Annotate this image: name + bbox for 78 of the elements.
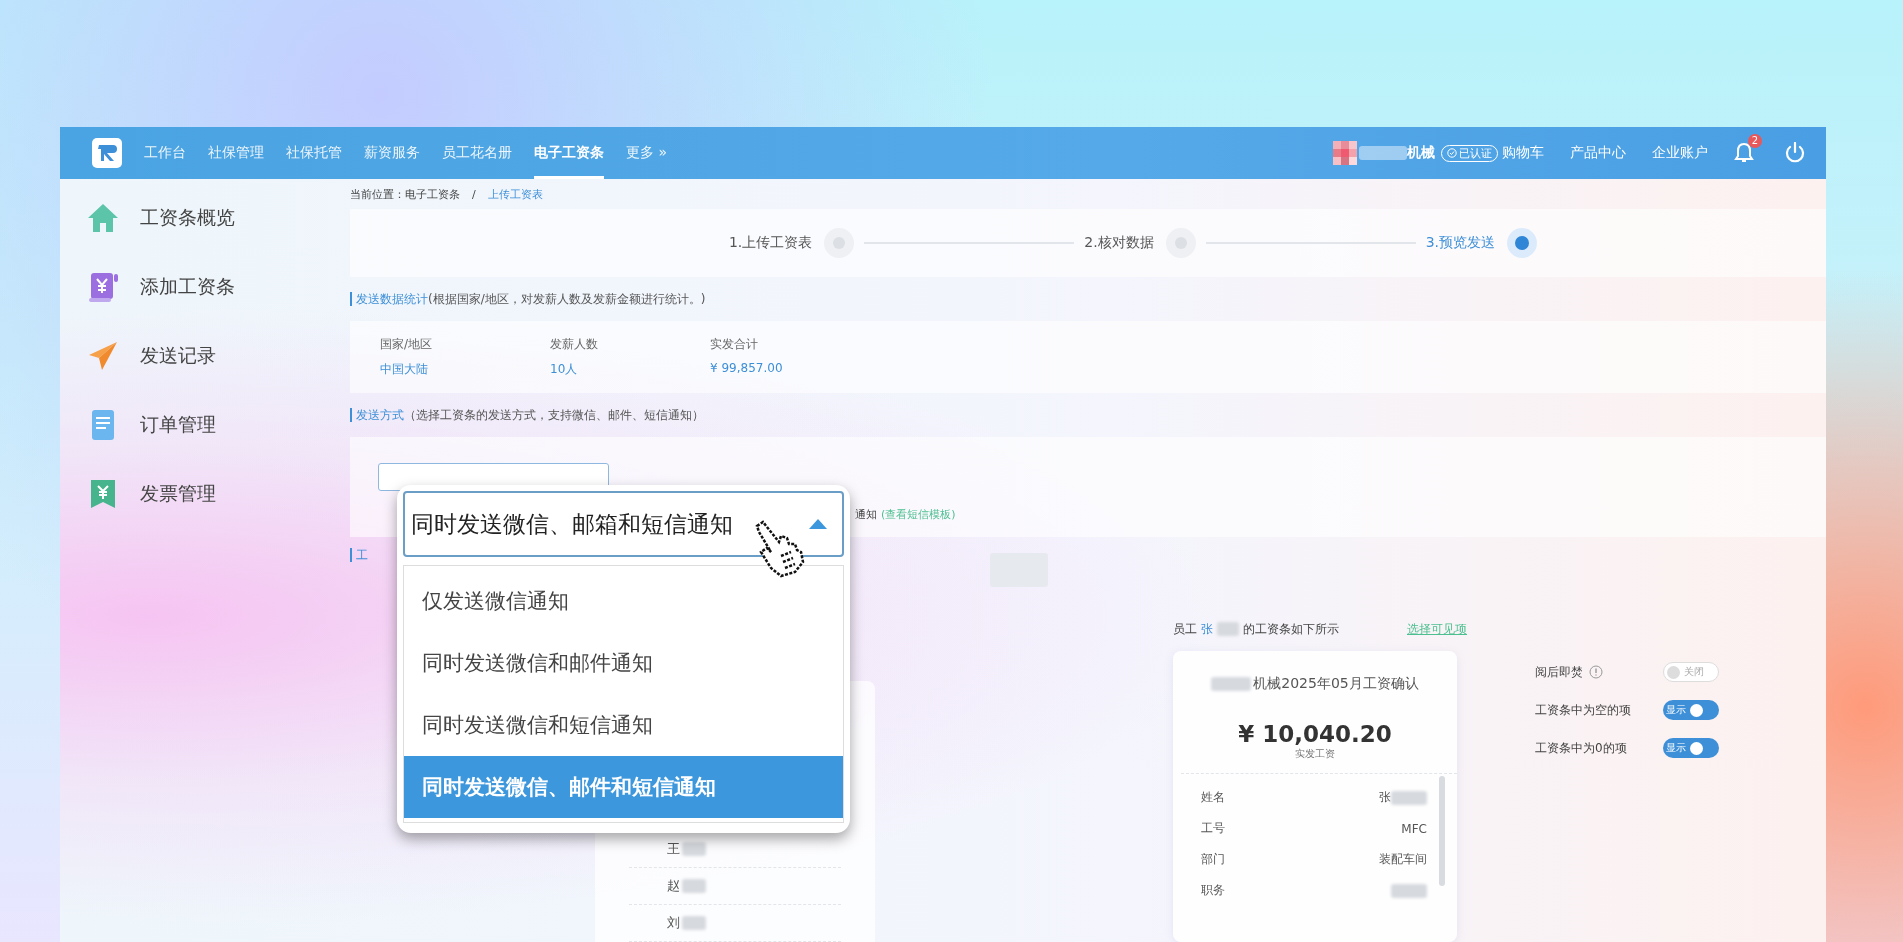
scrollbar[interactable] <box>1439 776 1445 886</box>
nav-tab[interactable]: 社保托管 <box>286 127 342 179</box>
blurred-text <box>1359 146 1407 160</box>
toggle-switch[interactable]: 显示 <box>1663 738 1719 758</box>
breadcrumb-text: 当前位置：电子工资条 <box>350 186 460 202</box>
table-cell-text: ¥ 99,857.00 <box>710 361 784 377</box>
template-link[interactable]: (查看短信模板) <box>881 508 956 521</box>
nav-tab[interactable]: 员工花名册 <box>442 127 512 179</box>
step-label: 1.上传工资表 <box>728 234 813 252</box>
dropdown-option[interactable]: 同时发送微信、邮件和短信通知 <box>404 756 843 818</box>
sidebar-item[interactable]: 订单管理 <box>140 412 216 438</box>
blurred-text <box>1216 622 1239 636</box>
payslip-amount: ¥ 10,040.20 <box>1238 721 1392 747</box>
dropdown-option[interactable]: 同时发送微信和短信通知 <box>404 694 843 756</box>
field-value: 装配车间 <box>1379 851 1427 868</box>
hint-text: 通知 (查看短信模板) <box>855 507 956 522</box>
step-label: 3.预览发送 <box>1425 234 1496 252</box>
dropdown-option[interactable]: 同时发送微信和邮件通知 <box>404 632 843 694</box>
table-cell-text: 中国大陆 <box>380 361 429 378</box>
field-value: 张 <box>1379 789 1391 806</box>
toggle-label: 工资条中为空的项 <box>1535 701 1631 719</box>
nav-tab[interactable]: 社保管理 <box>208 127 264 179</box>
field-label: 工号 <box>1201 820 1225 837</box>
yen-document-icon <box>86 270 120 304</box>
employee-name[interactable]: 王 <box>667 840 680 858</box>
info-icon[interactable] <box>1589 665 1603 679</box>
field-label: 部门 <box>1201 851 1225 868</box>
blurred-text <box>1211 677 1252 691</box>
blurred-text <box>1391 883 1427 898</box>
nav-link[interactable]: 企业账户 <box>1652 144 1708 162</box>
section-title: 发送数据统计(根据国家/地区，对发薪人数及发薪金额进行统计。) <box>350 290 706 308</box>
column-header: 发薪人数 <box>550 336 599 353</box>
preview-text: 的工资条如下所示 <box>1242 620 1339 638</box>
breadcrumb-current: 上传工资表 <box>487 186 543 202</box>
field-label: 职务 <box>1201 882 1225 899</box>
nav-tab[interactable]: 电子工资条 <box>534 127 604 179</box>
sidebar-item[interactable]: 发票管理 <box>140 481 216 507</box>
house-icon <box>86 201 120 235</box>
blurred-text <box>1391 790 1427 805</box>
logo-icon[interactable] <box>92 138 122 168</box>
section-title: 工 <box>350 546 368 564</box>
sidebar-item[interactable]: 工资条概览 <box>140 205 235 231</box>
employee-name[interactable]: 赵 <box>667 877 680 895</box>
breadcrumb-separator: / <box>472 187 476 201</box>
toggle-label: 阅后即焚 <box>1535 663 1583 681</box>
nav-tab[interactable]: 工作台 <box>144 127 186 179</box>
field-value: MFC <box>1401 821 1427 836</box>
payslip-title: 机械2025年05月工资确认 <box>1253 675 1419 693</box>
notification-badge: 2 <box>1747 134 1762 148</box>
preview-text: 员工 张 <box>1173 620 1213 638</box>
sidebar-item[interactable]: 发送记录 <box>140 343 216 369</box>
toggle-switch[interactable]: 关闭 <box>1663 662 1719 682</box>
bell-icon[interactable] <box>1734 142 1754 164</box>
blurred-text <box>682 842 706 856</box>
field-label: 姓名 <box>1201 789 1225 806</box>
caret-icon <box>808 518 828 530</box>
column-header: 国家/地区 <box>380 336 434 353</box>
check-circle-icon <box>1447 147 1457 158</box>
step-label: 2.核对数据 <box>1084 234 1154 252</box>
power-icon[interactable] <box>1784 142 1806 164</box>
amount-label: 实发工资 <box>1295 747 1335 761</box>
sidebar-item[interactable]: 添加工资条 <box>140 274 235 300</box>
blurred-text <box>682 916 706 930</box>
nav-tab[interactable]: 薪资服务 <box>364 127 420 179</box>
avatar-icon <box>1333 141 1357 165</box>
company-name: 机械 <box>1407 144 1435 162</box>
nav-link[interactable]: 购物车 <box>1502 144 1544 162</box>
visible-items-link[interactable]: 选择可见项 <box>1407 620 1467 638</box>
employee-name[interactable]: 刘 <box>667 914 680 932</box>
dropdown-option[interactable]: 仅发送微信通知 <box>404 570 843 632</box>
nav-tab[interactable]: 更多 » <box>626 127 667 179</box>
blurred-text <box>682 879 706 893</box>
section-title: 发送方式（选择工资条的发送方式，支持微信、邮件、短信通知） <box>350 406 704 424</box>
toggle-switch[interactable]: 显示 <box>1663 700 1719 720</box>
table-cell-text: 10人 <box>550 361 579 378</box>
toggle-label: 工资条中为0的项 <box>1535 739 1627 757</box>
nav-link[interactable]: 产品中心 <box>1570 144 1626 162</box>
column-header: 实发合计 <box>710 336 759 353</box>
